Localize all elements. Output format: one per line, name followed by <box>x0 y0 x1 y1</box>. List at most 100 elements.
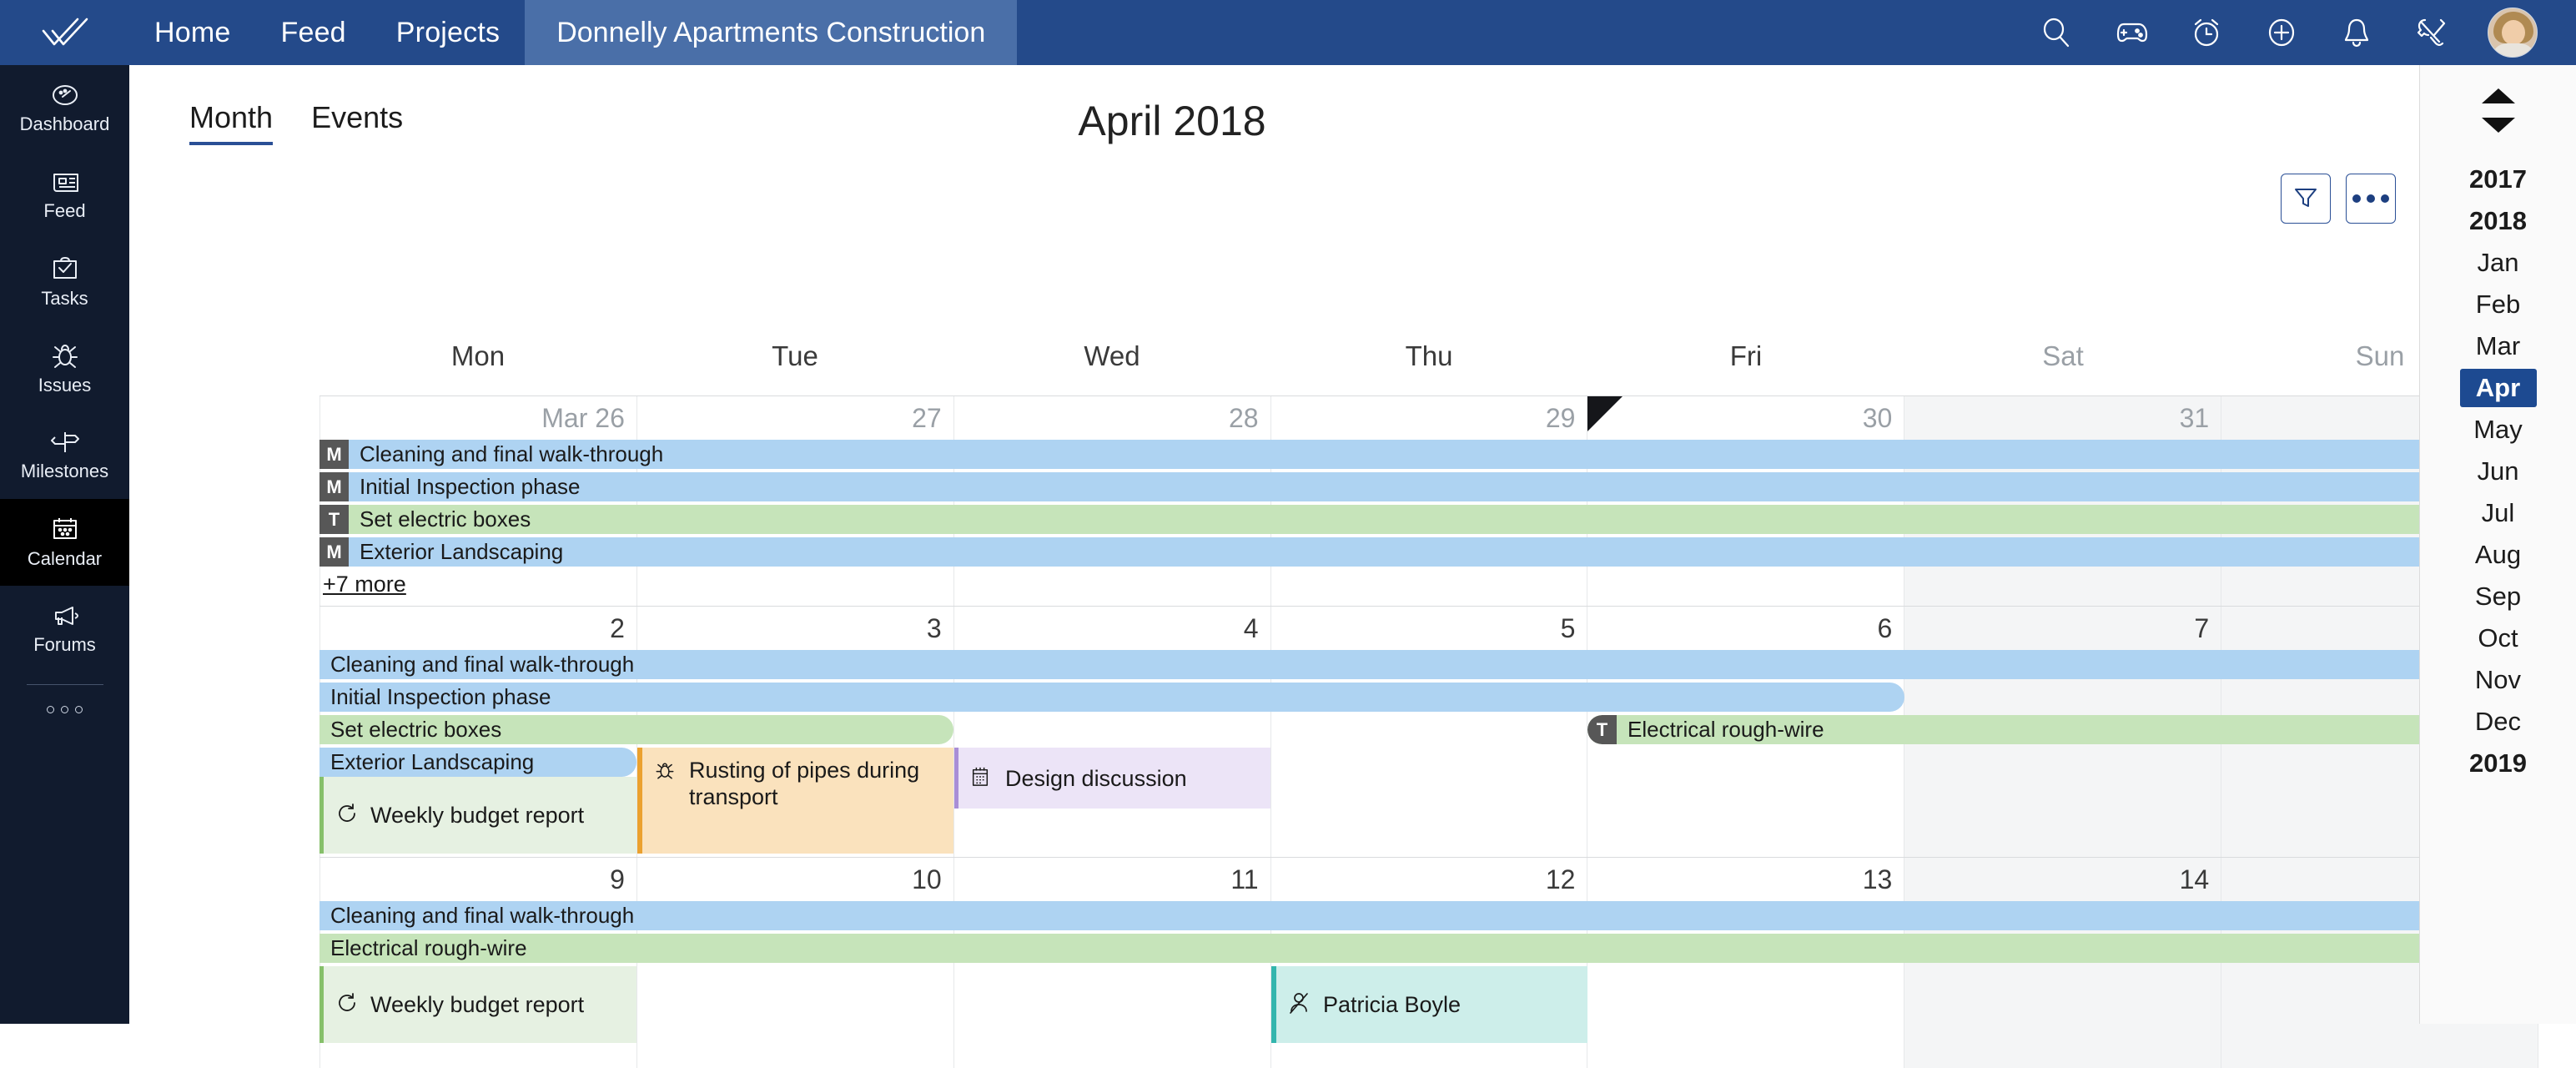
recurring-icon <box>335 802 360 832</box>
day-number: 30 <box>1862 403 1893 433</box>
top-navigation-bar: Home Feed Projects Donnelly Apartments C… <box>0 0 2576 65</box>
month-rail-item-jun[interactable]: Jun <box>2460 452 2537 491</box>
header-actions <box>2281 174 2396 224</box>
nav-feed[interactable]: Feed <box>256 0 371 65</box>
event-bar[interactable]: Set electric boxes <box>319 715 953 744</box>
page-title: April 2018 <box>880 97 1464 145</box>
day-number: 4 <box>1243 613 1259 643</box>
page-title-label: April 2018 <box>1078 98 1266 144</box>
tab-month[interactable]: Month <box>189 100 274 145</box>
event-title: Cleaning and final walk-through <box>330 652 635 677</box>
app-logo[interactable] <box>0 0 129 65</box>
day-number: 11 <box>1230 864 1259 894</box>
sidebar-more-icon[interactable] <box>0 685 129 733</box>
sidebar-item-issues[interactable]: Issues <box>0 325 129 412</box>
bell-icon[interactable] <box>2337 13 2376 52</box>
day-number: 29 <box>1545 403 1576 433</box>
project-tab[interactable]: Donnelly Apartments Construction <box>525 0 1018 65</box>
chevron-up-icon[interactable] <box>2480 83 2517 113</box>
month-rail-item-feb[interactable]: Feb <box>2460 285 2537 324</box>
event-bar[interactable]: T Set electric boxes <box>319 505 2538 534</box>
month-rail-item-aug[interactable]: Aug <box>2460 536 2537 574</box>
event-bar[interactable]: M Cleaning and final walk-through <box>319 440 2538 469</box>
gauge-icon <box>48 83 83 108</box>
alarm-clock-icon[interactable] <box>2187 13 2226 52</box>
weekday-tue: Tue <box>772 340 818 371</box>
event-chip[interactable]: Patricia Boyle <box>1271 966 1587 1043</box>
chevron-down-icon[interactable] <box>2480 113 2517 142</box>
event-bar[interactable]: Electrical rough-wire <box>319 934 2538 963</box>
nav-projects[interactable]: Projects <box>371 0 525 65</box>
event-bar[interactable]: Cleaning and final walk-through <box>319 901 2538 930</box>
clipboard-check-icon <box>50 255 80 282</box>
bug-icon <box>50 342 80 369</box>
event-chip[interactable]: Weekly budget report <box>319 966 636 1043</box>
week-events: Cleaning and final walk-through Initial … <box>319 650 2538 857</box>
search-icon[interactable] <box>2037 13 2075 52</box>
recurring-icon <box>335 991 360 1021</box>
month-rail-item-2018[interactable]: 2018 <box>2460 202 2537 240</box>
gamepad-icon[interactable] <box>2112 13 2151 52</box>
sidebar-item-milestones[interactable]: Milestones <box>0 412 129 499</box>
month-rail-item-jan[interactable]: Jan <box>2460 244 2537 282</box>
event-title: Exterior Landscaping <box>360 539 564 564</box>
event-bar[interactable]: Exterior Landscaping <box>319 748 636 777</box>
sidebar-item-tasks-label: Tasks <box>41 287 88 309</box>
calendar-note-icon <box>970 766 995 794</box>
calendar-week-row: 9 10 11 12 13 14 15 Cleaning and final w… <box>319 857 2539 1068</box>
month-rail-item-jul[interactable]: Jul <box>2460 494 2537 532</box>
tools-icon[interactable] <box>2412 13 2451 52</box>
sidebar-item-issues-label: Issues <box>38 374 92 395</box>
sidebar-item-dashboard[interactable]: Dashboard <box>0 65 129 152</box>
more-events-link[interactable]: +7 more <box>323 572 406 597</box>
weekday-mon: Mon <box>450 340 506 371</box>
month-rail-item-dec[interactable]: Dec <box>2460 703 2537 741</box>
month-rail-item-2017[interactable]: 2017 <box>2460 160 2537 199</box>
day-number: 12 <box>1545 864 1576 894</box>
event-type-badge: M <box>319 537 349 567</box>
weekday-sat: Sat <box>2042 340 2084 371</box>
view-tabs: Month Events <box>189 100 403 145</box>
month-rail-item-oct[interactable]: Oct <box>2460 619 2537 657</box>
month-list: 2017 2018 Jan Feb Mar Apr May Jun Jul Au… <box>2420 160 2576 786</box>
event-title: Cleaning and final walk-through <box>330 903 635 928</box>
event-bar[interactable]: T Electrical rough-wire <box>1587 715 2538 744</box>
day-number: 7 <box>2194 613 2210 643</box>
event-title: Electrical rough-wire <box>1628 717 1824 742</box>
nav-home[interactable]: Home <box>129 0 256 65</box>
event-bar[interactable]: Cleaning and final walk-through <box>319 650 2538 679</box>
event-bar[interactable]: Initial Inspection phase <box>319 683 1904 712</box>
event-bar[interactable]: M Exterior Landscaping <box>319 537 2538 567</box>
event-chip-title: Design discussion <box>1005 765 1187 791</box>
month-rail-item-mar[interactable]: Mar <box>2460 327 2537 365</box>
event-bar[interactable]: M Initial Inspection phase <box>319 472 2538 501</box>
filter-button[interactable] <box>2281 174 2331 224</box>
event-chip[interactable]: Weekly budget report <box>319 777 636 854</box>
tab-events[interactable]: Events <box>311 100 403 145</box>
event-chip[interactable]: Rusting of pipes during transport <box>637 748 953 854</box>
month-rail-item-nov[interactable]: Nov <box>2460 661 2537 699</box>
sidebar-item-feed[interactable]: Feed <box>0 152 129 239</box>
filter-icon <box>2292 184 2319 214</box>
week-events: M Cleaning and final walk-through M Init… <box>319 440 2538 606</box>
sidebar-item-milestones-label: Milestones <box>20 460 109 481</box>
more-options-button[interactable] <box>2346 174 2396 224</box>
project-tab-label: Donnelly Apartments Construction <box>556 16 986 48</box>
ellipsis-icon <box>2352 194 2389 203</box>
month-rail-item-apr[interactable]: Apr <box>2459 369 2537 407</box>
person-away-icon <box>1288 991 1313 1021</box>
plus-circle-icon[interactable] <box>2262 13 2301 52</box>
event-title: Electrical rough-wire <box>330 935 527 960</box>
sidebar-item-forums[interactable]: Forums <box>0 586 129 673</box>
month-rail-item-may[interactable]: May <box>2460 411 2537 449</box>
sidebar-item-tasks[interactable]: Tasks <box>0 239 129 325</box>
event-title: Cleaning and final walk-through <box>360 441 664 466</box>
day-number: 31 <box>2179 403 2210 433</box>
main-content: Month Events April 2018 Mon Tue Wed Thu … <box>129 65 2539 1068</box>
event-chip[interactable]: Design discussion <box>954 748 1270 809</box>
sidebar-item-calendar[interactable]: Calendar <box>0 499 129 586</box>
user-avatar[interactable] <box>2488 8 2538 58</box>
day-number: Mar 26 <box>541 403 625 433</box>
month-rail-item-2019[interactable]: 2019 <box>2460 744 2537 783</box>
month-rail-item-sep[interactable]: Sep <box>2460 577 2537 616</box>
